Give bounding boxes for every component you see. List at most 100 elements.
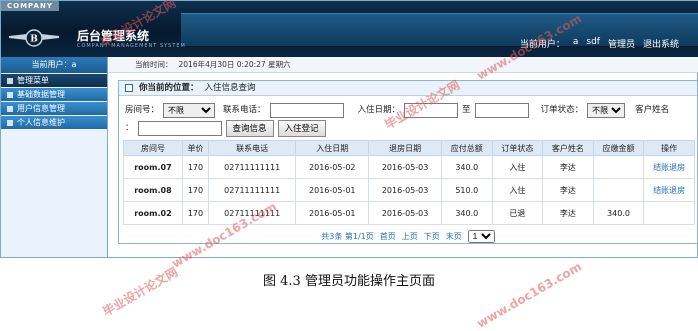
pager-prev[interactable]: 上页 — [402, 231, 418, 242]
cell-due — [592, 155, 645, 179]
cell-phone: 02711111111 — [207, 178, 297, 202]
pager-last[interactable]: 末页 — [446, 231, 462, 242]
cell-total: 340.0 — [440, 201, 493, 225]
top-nav: 当前用户： a sdf 管理员 退出系统 — [520, 37, 679, 50]
order-status-label: 订单状态： — [540, 105, 584, 115]
company-badge: COMPANY — [1, 1, 59, 11]
cell-checkout: 2016-05-03 — [368, 155, 442, 179]
col-action: 操作 — [643, 140, 695, 156]
cell-action — [643, 201, 695, 225]
cell-total: 340.0 — [440, 155, 493, 179]
current-user-name: a — [572, 37, 579, 47]
cell-checkin: 2016-05-01 — [295, 178, 370, 202]
pager-next[interactable]: 下页 — [424, 231, 440, 242]
time-label: 当前时间： — [135, 60, 173, 69]
folder-icon — [7, 91, 13, 98]
col-price: 单价 — [181, 140, 209, 156]
checkout-link[interactable]: 结账退房 — [653, 186, 685, 195]
app-window: COMPANY B 后台管理系统 COMPANY MANAGEMENT SYST… — [0, 0, 698, 258]
sidebar-item-menu[interactable]: 管理菜单 — [1, 74, 107, 87]
checkout-link[interactable]: 结账退房 — [653, 163, 685, 172]
time-bar: 当前时间： 2016年4月30日 0:20:27 星期六 — [109, 57, 698, 73]
cell-due — [592, 178, 645, 202]
cell-guest: 李达 — [542, 201, 594, 225]
sidebar: 当前用户：a 管理菜单 基础数据管理 用户信息管理 个人信息维护 — [1, 57, 108, 257]
sidebar-item-label: 用户信息管理 — [17, 104, 65, 113]
sidebar-user: 当前用户：a — [1, 57, 107, 73]
current-time: 2016年4月30日 0:20:27 星期六 — [178, 60, 291, 69]
cell-checkin: 2016-05-02 — [295, 155, 370, 179]
table-row: room.07 170 02711111111 2016-05-02 2016-… — [123, 155, 695, 179]
cell-price: 170 — [181, 201, 209, 225]
pager-summary: 共3条 第1/1页 — [321, 232, 374, 241]
filter-form: 房间号： 不限 联系电话： 入住日期： 至 订单状态： 不限 客户姓名 ： 查询… — [119, 96, 697, 137]
position-value: 入住信息查询 — [204, 82, 256, 93]
cell-room: room.07 — [123, 155, 183, 179]
nav-admin[interactable]: 管理员 — [608, 37, 635, 50]
cell-checkin: 2016-05-01 — [295, 201, 370, 225]
cell-guest: 李达 — [542, 178, 594, 202]
date-to-label: 至 — [462, 105, 471, 115]
cell-status: 入住 — [491, 155, 544, 179]
cell-due: 340.0 — [592, 201, 645, 225]
checkin-register-button[interactable]: 入住登记 — [277, 119, 326, 137]
query-button[interactable]: 查询信息 — [225, 119, 274, 137]
order-status-select[interactable]: 不限 — [587, 102, 626, 118]
col-room: 房间号 — [123, 140, 183, 156]
col-guest: 客户姓名 — [542, 140, 594, 156]
folder-icon — [7, 119, 13, 126]
col-status: 订单状态 — [491, 140, 544, 156]
phone-input[interactable] — [269, 102, 344, 118]
cell-status: 入住 — [491, 178, 544, 202]
system-subtitle: COMPANY MANAGEMENT SYSTEM — [77, 43, 186, 49]
sidebar-item-basic-data[interactable]: 基础数据管理 — [1, 88, 107, 101]
header: COMPANY B 后台管理系统 COMPANY MANAGEMENT SYST… — [1, 1, 698, 57]
checkin-start-input[interactable] — [404, 102, 459, 118]
svg-text:B: B — [30, 35, 38, 45]
room-label: 房间号： — [125, 105, 160, 115]
cell-room: room.02 — [123, 201, 183, 225]
sidebar-item-profile[interactable]: 个人信息维护 — [1, 116, 107, 129]
cell-total: 510.0 — [440, 178, 493, 202]
menu-icon — [7, 77, 13, 84]
sidebar-item-label: 个人信息维护 — [17, 118, 65, 127]
guest-name-label: 客户姓名 — [635, 105, 670, 115]
checkin-date-label: 入住日期： — [357, 105, 401, 115]
sidebar-item-label: 基础数据管理 — [17, 90, 65, 99]
table-row: room.02 170 02711111111 2016-05-01 2016-… — [123, 201, 695, 225]
pager-first[interactable]: 首页 — [380, 231, 396, 242]
cell-checkout: 2016-05-03 — [368, 178, 442, 202]
cell-phone: 02711111111 — [207, 201, 297, 225]
guest-name-colon: ： — [125, 123, 134, 133]
cell-price: 170 — [181, 178, 209, 202]
cell-action: 结账退房 — [643, 155, 695, 179]
col-total: 应付总额 — [440, 140, 493, 156]
pagination: 共3条 第1/1页 首页 上页 下页 末页 1 — [119, 230, 697, 243]
col-due: 应缴金额 — [592, 140, 645, 156]
bentley-logo-icon: B — [9, 29, 59, 47]
cell-checkout: 2016-05-03 — [368, 201, 442, 225]
logout-link[interactable]: 退出系统 — [643, 37, 679, 50]
page-select[interactable]: 1 — [467, 230, 495, 243]
folder-icon — [7, 105, 13, 112]
cell-room: room.08 — [123, 178, 183, 202]
guest-name-input[interactable] — [137, 120, 222, 136]
cell-status: 已退 — [491, 201, 544, 225]
cell-action: 结账退房 — [643, 178, 695, 202]
cell-phone: 02711111111 — [207, 155, 297, 179]
checkin-table: 房间号 单价 联系电话 入住日期 退房日期 应付总额 订单状态 客户姓名 应缴金… — [123, 140, 695, 225]
position-label: 你当前的位置： — [139, 82, 199, 93]
table-row: room.08 170 02711111111 2016-05-01 2016-… — [123, 178, 695, 202]
room-select[interactable]: 不限 — [163, 102, 216, 118]
checkin-end-input[interactable] — [474, 102, 529, 118]
panel-icon — [125, 84, 133, 92]
sidebar-item-label: 管理菜单 — [17, 76, 49, 85]
figure-caption: 图 4.3 管理员功能操作主页面 — [263, 274, 435, 289]
col-checkout: 退房日期 — [368, 140, 442, 156]
cell-guest: 李达 — [542, 155, 594, 179]
current-user-label: 当前用户： — [519, 40, 565, 50]
sidebar-item-users[interactable]: 用户信息管理 — [1, 102, 107, 115]
nav-sdf[interactable]: sdf — [586, 37, 600, 50]
col-phone: 联系电话 — [207, 140, 297, 156]
checkin-query-panel: 你当前的位置： 入住信息查询 房间号： 不限 联系电话： 入住日期： 至 订单状… — [118, 80, 698, 244]
